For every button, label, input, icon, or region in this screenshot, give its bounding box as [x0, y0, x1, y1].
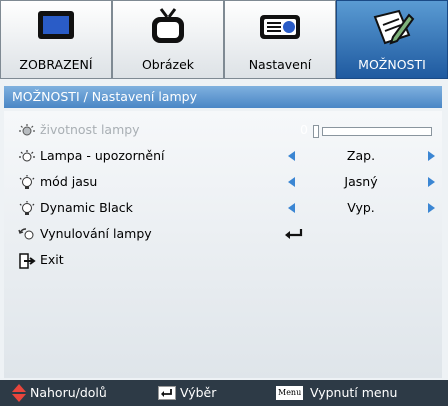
- page-title: MOŽNOSTI / Nastavení lampy: [4, 86, 442, 108]
- arrow-right-icon[interactable]: [428, 177, 435, 187]
- tab-label: Nastavení: [248, 57, 312, 72]
- menu-item-label: Vynulování lampy: [40, 226, 152, 241]
- lamp-reminder-value: Zap.: [346, 148, 376, 163]
- menu-item-brightness-mode[interactable]: mód jasu Jasný: [4, 169, 442, 195]
- menu-item-label: životnost lampy: [40, 122, 140, 137]
- tab-label: Obrázek: [141, 57, 195, 72]
- menu-item-label: Exit: [40, 252, 64, 267]
- exit-icon: [19, 253, 36, 269]
- menu-item-dynamic-black[interactable]: Dynamic Black Vyp.: [4, 195, 442, 221]
- footer-help-bar: Nahoru/dolů Výběr Menu Vypnutí menu: [0, 380, 448, 406]
- menu-item-label: Dynamic Black: [40, 200, 133, 215]
- tab-nastaveni[interactable]: Nastavení: [224, 0, 336, 79]
- enter-icon: [285, 229, 303, 239]
- menu-item-label: Lampa - upozornění: [40, 148, 165, 163]
- footer-updown-label: Nahoru/dolů: [30, 385, 107, 400]
- lamp-reset-icon: [18, 228, 34, 240]
- arrow-left-icon[interactable]: [288, 203, 295, 213]
- arrow-right-icon[interactable]: [428, 203, 435, 213]
- lamp-icon: [19, 124, 35, 136]
- menu-item-label: mód jasu: [40, 174, 98, 189]
- monitor-icon: [38, 11, 74, 39]
- lamp-hours-slider-track: [322, 127, 432, 136]
- tab-zobrazeni[interactable]: ZOBRAZENÍ: [0, 0, 112, 79]
- osd-menu: ZOBRAZENÍ Obrázek Nastavení MOŽNOSTI MOŽ…: [0, 0, 448, 406]
- options-pencil-icon: [373, 9, 415, 45]
- lamp-hours-slider-handle: [313, 125, 319, 138]
- footer-menu-label: Vypnutí menu: [310, 385, 398, 400]
- footer-enter-label: Výběr: [180, 385, 217, 400]
- bulb-icon: [19, 201, 35, 215]
- menu-key-icon: Menu: [276, 386, 304, 400]
- tab-bar: ZOBRAZENÍ Obrázek Nastavení MOŽNOSTI: [0, 0, 448, 79]
- menu-item-lamp-hours: životnost lampy 0: [4, 117, 442, 143]
- tab-obrazek[interactable]: Obrázek: [112, 0, 224, 79]
- enter-key-icon: [158, 386, 176, 400]
- arrow-left-icon[interactable]: [288, 151, 295, 161]
- arrow-left-icon[interactable]: [288, 177, 295, 187]
- tv-icon: [152, 8, 184, 43]
- tab-label: ZOBRAZENÍ: [19, 57, 93, 72]
- arrow-right-icon[interactable]: [428, 151, 435, 161]
- dynamic-black-value: Vyp.: [347, 200, 375, 215]
- tab-label: MOŽNOSTI: [358, 57, 426, 72]
- tab-moznosti[interactable]: MOŽNOSTI: [336, 0, 448, 79]
- lamp-icon: [19, 150, 35, 162]
- brightness-mode-value: Jasný: [344, 174, 378, 189]
- bulb-icon: [19, 175, 35, 189]
- up-down-arrow-icon: [12, 384, 26, 402]
- projector-icon: [260, 15, 300, 39]
- menu-item-lamp-reset[interactable]: Vynulování lampy: [4, 221, 442, 247]
- menu-item-lamp-reminder[interactable]: Lampa - upozornění Zap.: [4, 143, 442, 169]
- lamp-hours-value: 0: [300, 122, 308, 137]
- menu-panel: životnost lampy 0 Lampa - upozornění Zap…: [4, 111, 442, 378]
- menu-item-exit[interactable]: Exit: [4, 247, 442, 273]
